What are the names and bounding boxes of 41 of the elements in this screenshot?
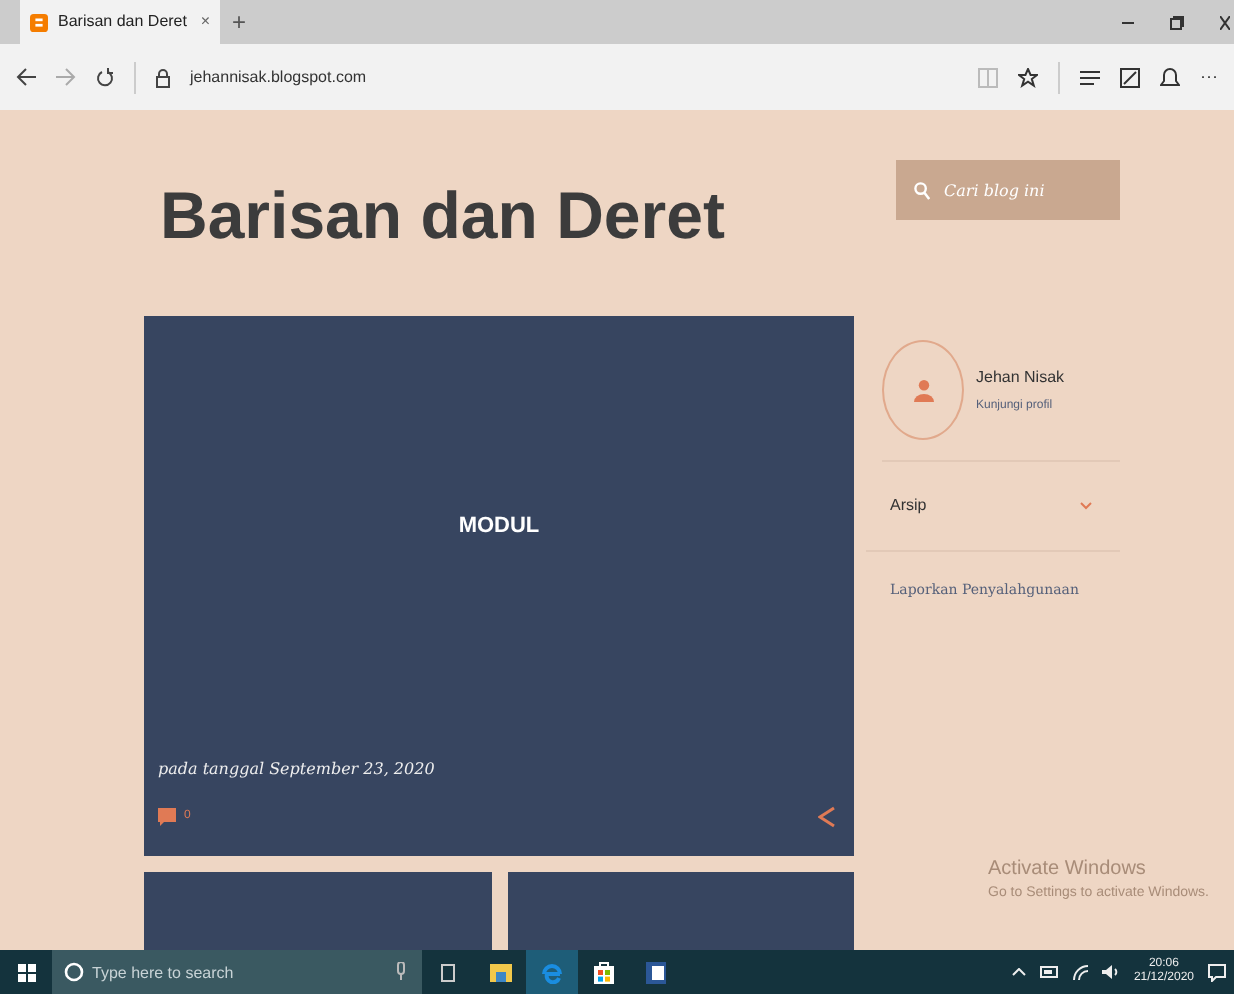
volume-icon[interactable] bbox=[1101, 964, 1120, 980]
wifi-icon[interactable] bbox=[1071, 964, 1088, 980]
taskbar-search-field[interactable]: Type here to search bbox=[52, 950, 422, 994]
circle-icon bbox=[64, 962, 84, 982]
post-date: pada tanggal September 23, 2020 bbox=[158, 758, 437, 782]
post-title[interactable]: MODUL bbox=[158, 510, 840, 543]
lock-icon bbox=[156, 67, 170, 87]
microphone-icon bbox=[396, 962, 406, 980]
battery-icon[interactable] bbox=[1039, 966, 1058, 978]
activation-title: Activate Windows bbox=[988, 856, 1148, 884]
folder-icon[interactable] bbox=[489, 963, 511, 981]
notification-icon[interactable] bbox=[1208, 963, 1226, 981]
person-icon bbox=[913, 379, 933, 401]
windows-icon[interactable] bbox=[17, 963, 35, 981]
caret-up-icon[interactable] bbox=[1011, 968, 1026, 976]
profile-name: Jehan Nisak bbox=[976, 365, 1065, 389]
minimize-icon[interactable] bbox=[1122, 21, 1134, 23]
new-tab-button[interactable]: + bbox=[232, 4, 247, 40]
document-icon[interactable] bbox=[646, 961, 666, 983]
store-icon[interactable] bbox=[594, 960, 614, 984]
pen-icon[interactable] bbox=[1120, 67, 1140, 87]
blogger-icon bbox=[30, 13, 48, 31]
address-field[interactable]: jehannisak.blogspot.com bbox=[190, 65, 367, 89]
more-button[interactable]: ··· bbox=[1200, 63, 1218, 91]
search-icon bbox=[914, 182, 930, 200]
bell-icon[interactable] bbox=[1160, 67, 1180, 87]
tab-close-button[interactable]: × bbox=[200, 10, 210, 34]
search-field[interactable]: Cari blog ini bbox=[896, 160, 1120, 220]
back-icon[interactable] bbox=[16, 68, 36, 86]
refresh-icon[interactable] bbox=[96, 67, 114, 87]
restore-icon[interactable] bbox=[1170, 15, 1184, 29]
close-icon[interactable] bbox=[1220, 15, 1230, 29]
share-icon[interactable] bbox=[818, 806, 836, 828]
hub-icon[interactable] bbox=[1080, 69, 1100, 85]
comment-icon[interactable] bbox=[158, 808, 176, 826]
tab-title[interactable]: Barisan dan Deret bbox=[58, 10, 191, 34]
task-view-icon[interactable] bbox=[438, 963, 458, 981]
archive-dropdown[interactable]: Arsip bbox=[866, 462, 1120, 552]
chevron-down-icon bbox=[1080, 502, 1092, 510]
star-icon[interactable] bbox=[1018, 67, 1038, 87]
blog-title: Barisan dan Deret bbox=[158, 176, 727, 257]
